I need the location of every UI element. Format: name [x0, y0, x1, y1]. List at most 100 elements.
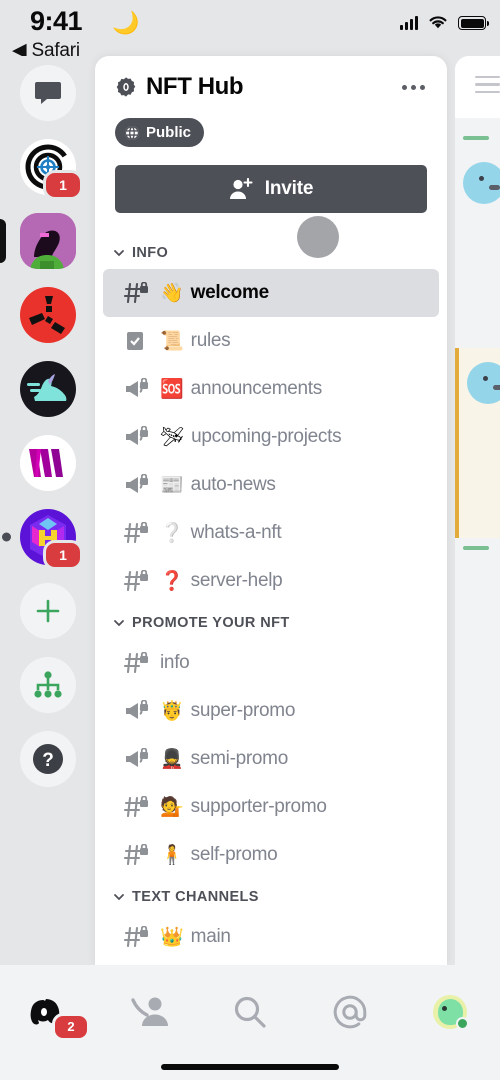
user-avatar-icon: [433, 995, 469, 1030]
hash-channel-icon: [121, 522, 153, 544]
server-rail-item-help[interactable]: ?: [0, 722, 95, 796]
channel-item-self-promo[interactable]: 🧍 self-promo: [103, 831, 439, 879]
channel-item-announcements[interactable]: 🆘 announcements: [103, 365, 439, 413]
channel-item-semi-promo[interactable]: 💂 semi-promo: [103, 735, 439, 783]
channel-item-auto-news[interactable]: 📰 auto-news: [103, 461, 439, 509]
channel-emoji: 🛩: [160, 425, 185, 448]
sneaker-icon: [19, 361, 76, 417]
channel-emoji: 🧍: [160, 843, 184, 866]
active-server-indicator: [0, 219, 6, 263]
avatar: [463, 162, 500, 204]
channel-category-label: INFO: [132, 245, 169, 261]
hash-channel-icon: [121, 570, 153, 592]
channel-name: info: [160, 652, 190, 673]
invite-button[interactable]: Invite: [115, 165, 427, 213]
channel-item-info[interactable]: info: [103, 639, 439, 687]
tab-friends[interactable]: [100, 983, 200, 1041]
server-rail-item-explore-servers[interactable]: [0, 648, 95, 722]
announcement-channel-icon: [121, 474, 153, 496]
message-text-fragment: [463, 136, 489, 140]
rules-channel-icon: [121, 330, 153, 352]
avatar: [467, 362, 500, 404]
channel-emoji: 🤴: [160, 699, 184, 722]
channel-name: rules: [190, 330, 231, 351]
status-badge: Public: [115, 118, 205, 147]
server-rail-item-sneaker-server[interactable]: [0, 352, 95, 426]
panel-badge-row: Public: [95, 118, 447, 147]
channel-name: semi-promo: [190, 748, 289, 769]
channel-emoji: ❔: [160, 521, 184, 544]
channel-name: upcoming-projects: [191, 426, 342, 447]
channel-list[interactable]: INFO 👋 welcome 📜 rules 🆘 announcements 🛩 upcomin…: [95, 235, 447, 961]
add-person-icon: [229, 178, 253, 199]
server-channels-panel[interactable]: NFT Hub Public Invite INFO 👋 welcome 📜 rules…: [95, 56, 447, 965]
tab-servers[interactable]: 2: [0, 983, 100, 1041]
channel-name: main: [190, 926, 231, 947]
status-bar-indicators: [400, 14, 489, 30]
server-rail-item-add-server[interactable]: [0, 574, 95, 648]
channel-item-supporter-promo[interactable]: 💁 supporter-promo: [103, 783, 439, 831]
server-rail-item-target-server[interactable]: 1: [0, 130, 95, 204]
server-rail-item-hex-server[interactable]: 1: [0, 500, 95, 574]
channel-item-server-help[interactable]: ❓ server-help: [103, 557, 439, 605]
announcement-channel-icon: [121, 700, 153, 722]
status-bar-time: 9:41: [30, 6, 83, 36]
channel-item-rules[interactable]: 📜 rules: [103, 317, 439, 365]
chevron-down-icon: [114, 620, 124, 627]
tab-search[interactable]: [200, 983, 300, 1041]
chevron-down-icon: [114, 894, 124, 901]
hash-channel-icon: [121, 844, 153, 866]
at-mention-icon: [333, 995, 367, 1029]
channel-category-label: PROMOTE YOUR NFT: [132, 615, 290, 631]
server-rail-item-w-server[interactable]: [0, 426, 95, 500]
channel-name: whats-a-nft: [190, 522, 282, 543]
crescent-moon-icon: 🌙: [112, 10, 140, 35]
channel-item-super-promo[interactable]: 🤴 super-promo: [103, 687, 439, 735]
app-root: 9:41 🌙 ◀ Safari 1 1 ? NFT Hub Public Inv…: [0, 0, 500, 1080]
server-rail-item-red-server[interactable]: [0, 278, 95, 352]
chevron-down-icon: [114, 250, 124, 257]
server-rail-item-direct-messages[interactable]: [0, 56, 95, 130]
verified-badge-icon: [116, 77, 136, 97]
hamburger-menu-icon[interactable]: [475, 75, 500, 99]
status-bar: 9:41 🌙 ◀ Safari: [0, 0, 500, 61]
battery-full-icon: [458, 16, 489, 30]
channel-category-header[interactable]: INFO: [95, 235, 447, 269]
w-logo-icon: [19, 435, 76, 491]
channel-emoji: 📜: [160, 329, 184, 352]
globe-icon: [125, 125, 139, 140]
channel-emoji: 👑: [160, 925, 184, 948]
channel-category-header[interactable]: PROMOTE YOUR NFT: [95, 605, 447, 639]
channel-emoji: 📰: [160, 473, 184, 496]
tab-unread-badge: 2: [52, 1013, 90, 1041]
channel-name: welcome: [190, 282, 269, 303]
friends-icon: [131, 997, 168, 1026]
channel-name: supporter-promo: [190, 796, 327, 817]
chat-message-list[interactable]: [455, 118, 500, 965]
channel-item-main[interactable]: 👑 main: [103, 913, 439, 961]
announcement-channel-icon: [121, 748, 153, 770]
channel-category-header[interactable]: TEXT CHANNELS: [95, 879, 447, 913]
server-rail-item-nft-hub-server[interactable]: [0, 204, 95, 278]
server-unread-badge: 1: [43, 540, 83, 570]
channel-name: super-promo: [190, 700, 296, 721]
cellular-signal-icon: [400, 15, 418, 30]
channel-name: auto-news: [190, 474, 276, 495]
tab-mentions[interactable]: [300, 983, 400, 1041]
compass-tree-icon: [19, 657, 76, 713]
plus-icon: [19, 583, 76, 639]
tab-profile[interactable]: [400, 983, 500, 1041]
logo-icon: [19, 287, 76, 343]
bottom-tab-bar[interactable]: 2: [0, 965, 500, 1080]
announcement-channel-icon: [121, 426, 153, 448]
channel-item-whats-a-nft[interactable]: ❔ whats-a-nft: [103, 509, 439, 557]
channel-item-welcome[interactable]: 👋 welcome: [103, 269, 439, 317]
server-rail[interactable]: 1 1 ?: [0, 56, 95, 965]
touch-indicator: [297, 216, 339, 258]
hash-channel-icon: [121, 796, 153, 818]
more-options-icon[interactable]: [400, 77, 427, 98]
chat-panel-peek[interactable]: [455, 56, 500, 965]
channel-name: server-help: [190, 570, 283, 591]
channel-item-upcoming-projects[interactable]: 🛩 upcoming-projects: [103, 413, 439, 461]
chat-message-mention: [455, 348, 500, 538]
